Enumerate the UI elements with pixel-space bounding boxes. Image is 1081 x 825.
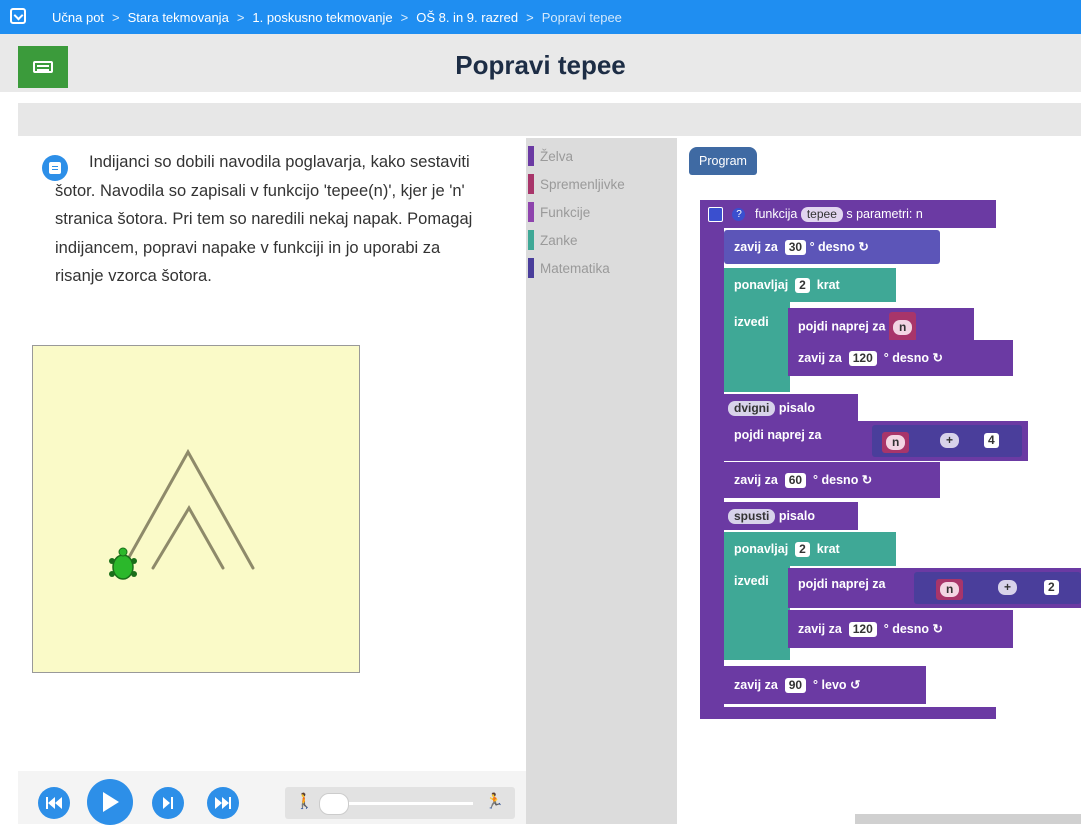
variable-dropdown[interactable]: n — [893, 320, 913, 336]
operator-dropdown[interactable]: + — [940, 433, 960, 448]
toolbar-strip — [18, 103, 1081, 136]
step-forward-icon — [163, 797, 173, 809]
toolbox-category-zanke[interactable]: Zanke — [528, 230, 578, 252]
program-block[interactable]: Program — [689, 147, 757, 175]
breadcrumb-separator: > — [400, 9, 409, 25]
breadcrumb-current: Popravi tepee — [541, 9, 622, 25]
breadcrumb-separator: > — [112, 9, 120, 25]
repeat-block[interactable]: ponavljaj 2 krat — [724, 532, 896, 566]
angle-field[interactable]: 30 — [784, 240, 807, 256]
repeat-count-field[interactable]: 2 — [795, 542, 810, 558]
help-icon[interactable]: ? — [732, 208, 746, 222]
number-field[interactable]: 2 — [1044, 580, 1059, 595]
toolbox-category-funkcije[interactable]: Funkcije — [528, 202, 590, 224]
angle-field[interactable]: 60 — [784, 473, 807, 489]
function-name-field[interactable]: tepee — [800, 207, 843, 223]
turtle-canvas — [32, 345, 360, 673]
skip-start-icon — [46, 797, 62, 809]
math-block[interactable]: n + 2 — [914, 572, 1081, 604]
gear-icon[interactable] — [708, 207, 723, 223]
breadcrumb: Učna pot > Stara tekmovanja > 1. poskusn… — [52, 0, 622, 34]
breadcrumb-item[interactable]: Stara tekmovanja — [128, 10, 229, 25]
chevron-down-icon[interactable] — [10, 8, 26, 24]
toolbox-category-spremenljivke[interactable]: Spremenljivke — [528, 174, 625, 196]
repeat-count-field[interactable]: 2 — [795, 278, 810, 294]
repeat-block[interactable]: ponavljaj 2 krat — [724, 268, 896, 302]
run-icon: 🏃 — [485, 793, 504, 810]
breadcrumb-bar: Učna pot > Stara tekmovanja > 1. poskusn… — [0, 0, 1081, 34]
pen-dropdown[interactable]: spusti — [728, 509, 776, 525]
slider-knob[interactable] — [319, 793, 349, 815]
turn-block[interactable]: zavij za 120 ° desno ↻ — [788, 610, 1013, 648]
turn-block[interactable]: zavij za 90 ° levo ↺ — [724, 666, 926, 704]
skip-end-icon — [215, 797, 231, 809]
operator-dropdown[interactable]: + — [998, 580, 1018, 595]
skip-end-button[interactable] — [207, 787, 239, 819]
variable-dropdown[interactable]: n — [886, 435, 906, 451]
toolbox-category-matematika[interactable]: Matematika — [528, 258, 610, 280]
breadcrumb-separator: > — [236, 9, 245, 25]
step-button[interactable] — [152, 787, 184, 819]
turn-block[interactable]: zavij za 60 ° desno ↻ — [724, 462, 940, 498]
page-title: Popravi tepee — [455, 50, 626, 80]
breadcrumb-separator: > — [526, 9, 534, 25]
walk-icon: 🚶 — [295, 793, 314, 810]
angle-field[interactable]: 120 — [848, 351, 877, 367]
forward-block[interactable]: pojdi naprej za n + 2 — [788, 568, 1081, 608]
forward-block[interactable]: pojdi naprej za n — [788, 308, 974, 342]
breadcrumb-item[interactable]: OŠ 8. in 9. razred — [416, 10, 518, 25]
forward-block[interactable]: pojdi naprej za n + 4 — [724, 421, 1028, 461]
play-button[interactable] — [87, 779, 133, 825]
turn-block[interactable]: zavij za 30 ° desno ↻ — [724, 230, 940, 264]
function-header: ? funkcija tepee s parametri: n — [708, 203, 923, 225]
task-description: Indijanci so dobili navodila poglavarja,… — [55, 153, 473, 285]
number-field[interactable]: 4 — [984, 433, 999, 448]
angle-field[interactable]: 90 — [784, 678, 807, 694]
pen-up-block[interactable]: dvigni pisalo — [724, 394, 858, 422]
variable-dropdown[interactable]: n — [940, 582, 960, 598]
breadcrumb-item[interactable]: Učna pot — [52, 10, 104, 25]
breadcrumb-item[interactable]: 1. poskusno tekmovanje — [252, 10, 392, 25]
pen-down-block[interactable]: spusti pisalo — [724, 502, 858, 530]
workspace-scrollbar[interactable] — [855, 814, 1081, 824]
reset-button[interactable] — [38, 787, 70, 819]
pen-dropdown[interactable]: dvigni — [728, 401, 776, 417]
play-icon — [103, 792, 119, 812]
speed-slider[interactable]: 🚶 🏃 — [285, 787, 515, 819]
toolbox-category-zelva[interactable]: Želva — [528, 146, 573, 168]
drawing — [109, 448, 255, 580]
math-block[interactable]: n + 4 — [872, 425, 1022, 457]
angle-field[interactable]: 120 — [848, 622, 877, 638]
turn-block[interactable]: zavij za 120 ° desno ↻ — [788, 340, 1013, 376]
